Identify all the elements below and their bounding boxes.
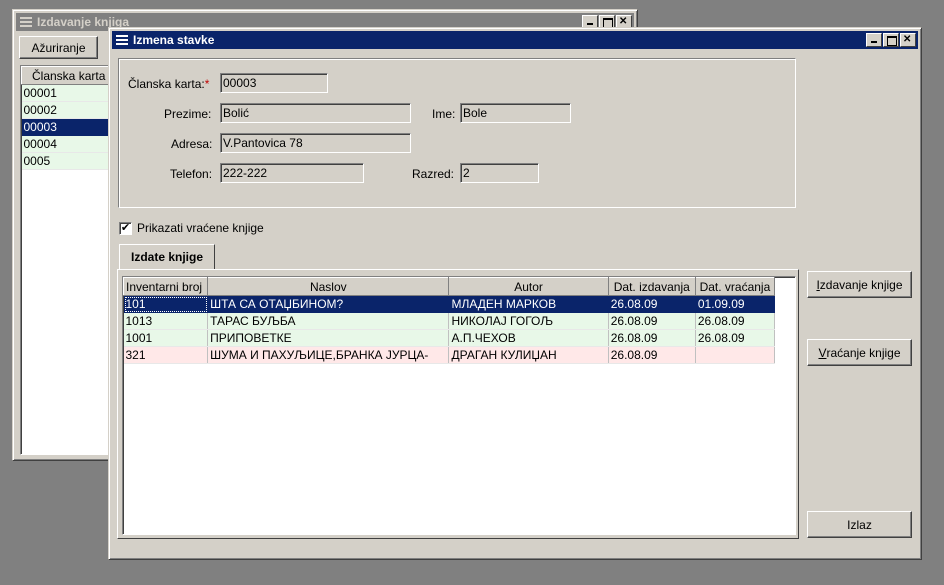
tab-issued-books[interactable]: Izdate knjige — [119, 244, 215, 270]
member-card-cell[interactable]: 00001 — [21, 84, 119, 102]
surname-field[interactable]: Bolić — [220, 103, 411, 123]
table-row[interactable]: 00001 — [21, 84, 119, 102]
table-row[interactable]: 1001 ПРИПОВЕТКЕ А.П.ЧЕХОВ 26.08.09 26.08.09 — [123, 329, 776, 347]
exit-button[interactable]: Izlaz — [807, 511, 912, 538]
table-cell[interactable]: ТАРАС БУЉБА — [207, 312, 450, 330]
column-header[interactable]: Dat. izdavanja — [607, 277, 696, 296]
window-menu-icon[interactable] — [19, 16, 33, 28]
table-cell[interactable]: ШУМА И ПАХУЉИЦЕ,БРАНКА ЈУРЦА- — [207, 346, 450, 364]
table-cell[interactable]: МЛАДЕН МАРКОВ — [448, 295, 609, 313]
table-row[interactable]: 00003 — [21, 118, 119, 136]
address-label: Adresa: — [171, 137, 213, 151]
surname-label: Prezime: — [164, 107, 212, 121]
issued-books-grid[interactable]: Inventarni broj Naslov Autor Dat. izdavanja… — [122, 276, 796, 535]
column-header[interactable]: Inventarni broj — [123, 277, 209, 296]
member-card-cell[interactable]: 0005 — [21, 152, 119, 170]
table-cell[interactable]: 01.09.09 — [695, 295, 776, 313]
member-card-field[interactable]: 00003 — [220, 73, 328, 93]
table-cell[interactable]: 101 — [123, 295, 209, 313]
table-cell[interactable]: 26.08.09 — [608, 295, 696, 313]
table-row[interactable]: 321 ШУМА И ПАХУЉИЦЕ,БРАНКА ЈУРЦА- ДРАГАН К… — [123, 346, 776, 364]
table-cell[interactable]: НИКОЛАЈ ГОГОЉ — [448, 312, 609, 330]
table-cell[interactable]: 1013 — [123, 312, 209, 330]
minimize-icon[interactable] — [866, 33, 882, 47]
phone-label: Telefon: — [170, 167, 213, 181]
table-cell[interactable]: ДРАГАН КУЛИЏАН — [448, 346, 609, 364]
table-row[interactable]: 0005 — [21, 152, 119, 170]
table-cell[interactable]: 26.08.09 — [695, 312, 776, 330]
table-cell[interactable]: 26.08.09 — [608, 312, 696, 330]
table-cell[interactable]: А.П.ЧЕХОВ — [448, 329, 609, 347]
column-header[interactable]: Dat. vraćanja — [694, 277, 776, 296]
address-field[interactable]: V.Pantovica 78 — [220, 133, 411, 153]
grade-field[interactable]: 2 — [460, 163, 539, 183]
edit-item-titlebar[interactable]: Izmena stavke — [112, 31, 918, 49]
name-field[interactable]: Bole — [460, 103, 571, 123]
table-row[interactable]: 00002 — [21, 101, 119, 119]
table-cell[interactable]: ШТА СА ОТАЏБИНОМ? — [207, 295, 450, 313]
maximize-icon[interactable] — [883, 33, 899, 47]
table-cell[interactable]: 26.08.09 — [608, 329, 696, 347]
show-returned-label[interactable]: Prikazati vraćene knjige — [137, 221, 264, 235]
return-book-button[interactable]: Vraćanje knjige — [807, 339, 912, 366]
table-cell[interactable]: ПРИПОВЕТКЕ — [207, 329, 450, 347]
column-header[interactable]: Autor — [448, 277, 609, 296]
column-header[interactable]: Naslov — [207, 277, 450, 296]
members-grid[interactable]: Članska karta 00001 00002 00003 00004 0005 — [20, 65, 120, 455]
table-cell[interactable]: 321 — [123, 346, 209, 364]
member-card-cell[interactable]: 00004 — [21, 135, 119, 153]
update-button[interactable]: Ažuriranje — [19, 36, 98, 59]
table-row[interactable]: 101 ШТА СА ОТАЏБИНОМ? МЛАДЕН МАРКОВ 26.08.… — [123, 295, 776, 313]
member-card-cell[interactable]: 00003 — [21, 118, 119, 136]
close-icon[interactable] — [900, 33, 916, 47]
member-card-cell[interactable]: 00002 — [21, 101, 119, 119]
member-card-label: Članska karta:* — [128, 77, 210, 91]
window-menu-icon[interactable] — [115, 34, 129, 46]
table-cell[interactable]: 26.08.09 — [695, 329, 776, 347]
member-card-header[interactable]: Članska karta — [21, 66, 119, 85]
name-label: Ime: — [432, 107, 456, 121]
grade-label: Razred: — [412, 167, 455, 181]
table-row[interactable]: 00004 — [21, 135, 119, 153]
show-returned-checkbox[interactable]: ✔ — [119, 222, 132, 235]
table-cell[interactable]: 26.08.09 — [608, 346, 696, 364]
dialog-title: Izmena stavke — [133, 33, 215, 47]
required-mark: * — [204, 77, 210, 91]
edit-item-dialog: Izmena stavke Članska karta:* 00003 Prez… — [108, 27, 922, 560]
issue-book-button[interactable]: Izdavanje knjige — [807, 271, 912, 298]
table-cell[interactable]: 1001 — [123, 329, 209, 347]
phone-field[interactable]: 222-222 — [220, 163, 364, 183]
table-cell[interactable] — [695, 346, 776, 364]
table-row[interactable]: 1013 ТАРАС БУЉБА НИКОЛАЈ ГОГОЉ 26.08.09 26.0… — [123, 312, 776, 330]
